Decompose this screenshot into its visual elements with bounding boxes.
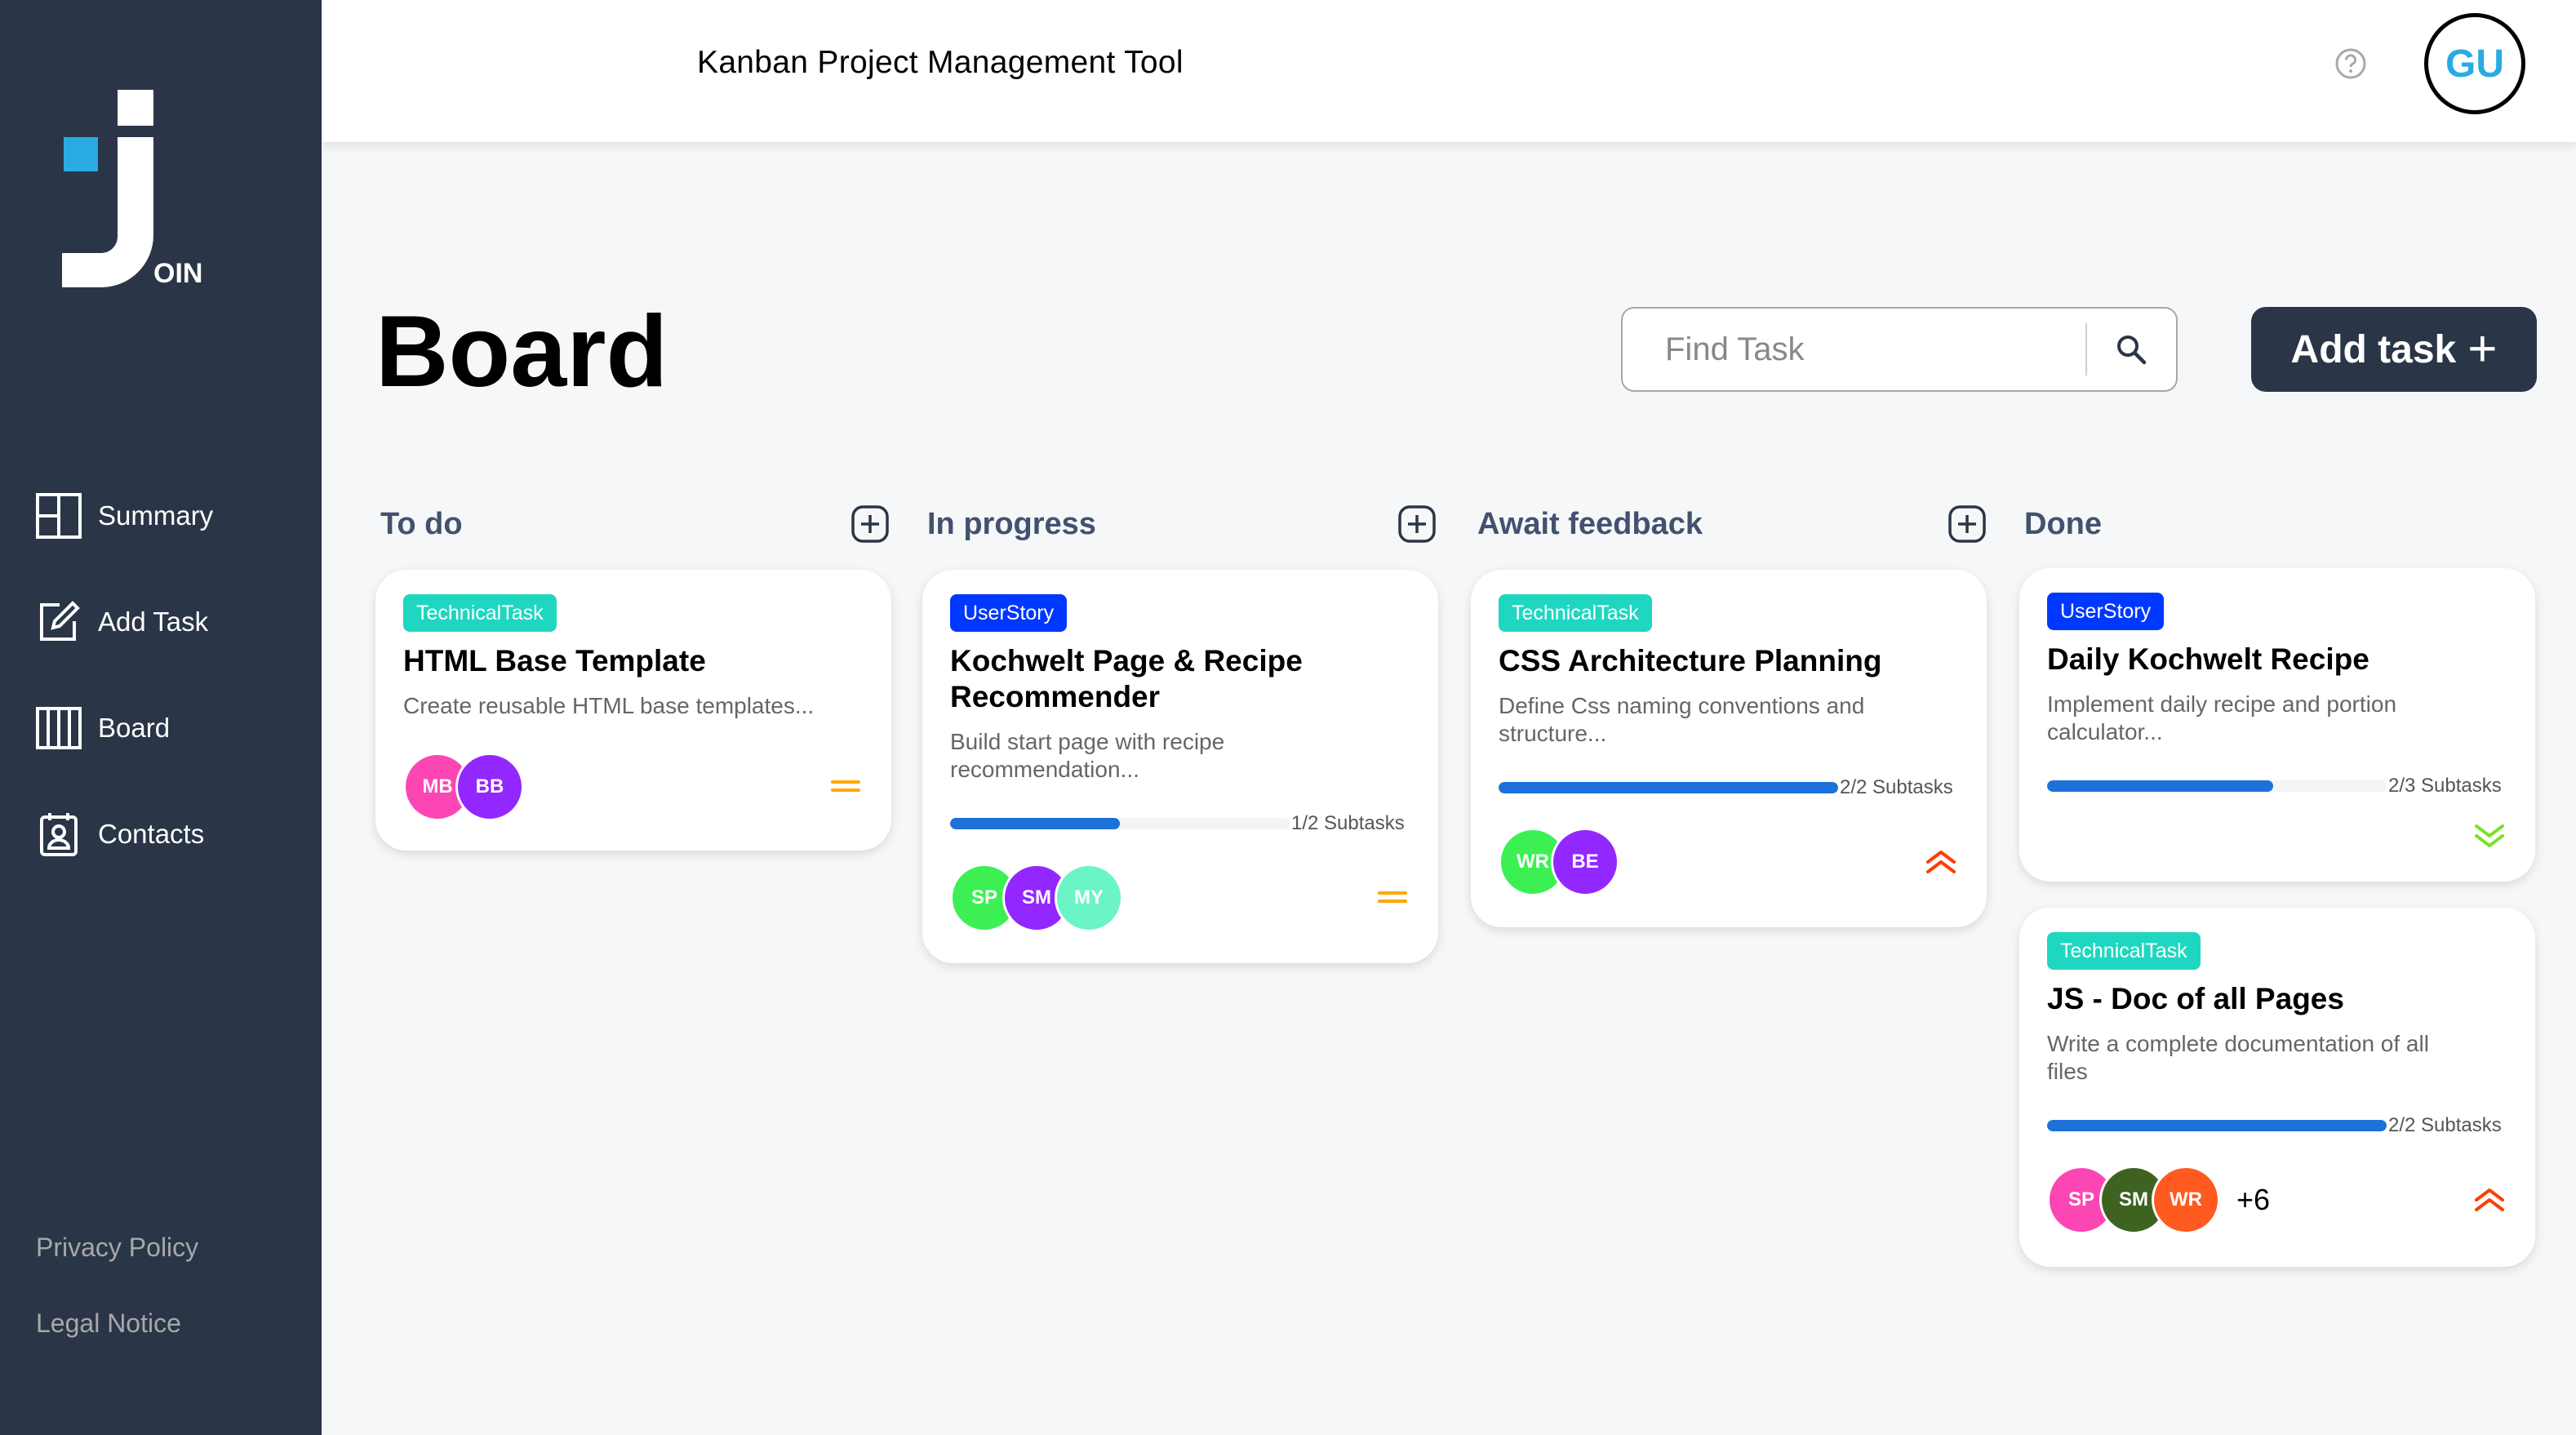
category-badge: UserStory — [950, 594, 1068, 632]
sidebar-item-summary[interactable]: Summary — [33, 482, 310, 550]
card-title: JS - Doc of all Pages — [2047, 982, 2344, 1015]
privacy-policy-link[interactable]: Privacy Policy — [36, 1233, 198, 1263]
task-card[interactable]: TechnicalTask CSS Architecture Planning … — [1471, 570, 1987, 927]
page-title: Board — [375, 295, 668, 408]
add-task-icon — [33, 596, 85, 648]
assignee-list: MB BB — [403, 753, 524, 821]
card-title: Daily Kochwelt Recipe — [2047, 642, 2369, 676]
column-header-await-feedback: Await feedback — [1477, 498, 1987, 550]
priority-urgent-icon — [1926, 851, 1956, 873]
column-header-in-progress: In progress — [927, 498, 1437, 550]
priority-low-icon — [2475, 824, 2504, 847]
add-task-label: Add task — [2290, 327, 2457, 371]
subtask-count: 2/2 Subtasks — [2388, 1114, 2502, 1136]
sidebar-footer: Privacy Policy Legal Notice — [36, 1233, 198, 1384]
logo-text: OIN — [153, 258, 202, 289]
task-card[interactable]: TechnicalTask HTML Base Template Create … — [375, 570, 891, 851]
subtask-progress: 2/3 Subtasks — [2047, 774, 2507, 798]
task-card[interactable]: TechnicalTask JS - Doc of all Pages Writ… — [2019, 908, 2535, 1267]
summary-icon — [33, 490, 85, 542]
plus-icon: + — [2467, 321, 2498, 377]
card-title: Kochwelt Page & Recipe Recommender — [950, 644, 1303, 713]
assignee-avatar: WR — [2152, 1166, 2220, 1234]
legal-notice-link[interactable]: Legal Notice — [36, 1308, 198, 1339]
column-header-done: Done — [2024, 498, 2534, 550]
assignee-avatar: BE — [1551, 828, 1619, 896]
user-avatar[interactable]: GU — [2424, 13, 2525, 114]
card-description: Write a complete documentation of all fi… — [2047, 1031, 2429, 1084]
sidebar-item-label: Board — [98, 713, 171, 743]
category-badge: TechnicalTask — [403, 594, 557, 632]
assignee-list: WR BE — [1499, 828, 1619, 896]
top-header: Kanban Project Management Tool GU — [322, 0, 2576, 142]
category-badge: TechnicalTask — [1499, 594, 1652, 632]
category-badge: TechnicalTask — [2047, 932, 2201, 970]
board-icon — [33, 702, 85, 754]
assignee-avatar: BB — [455, 753, 524, 821]
column-header-todo: To do — [380, 498, 890, 550]
subtask-progress: 2/2 Subtasks — [1499, 775, 1959, 800]
category-badge: UserStory — [2047, 593, 2165, 630]
column-title: In progress — [927, 506, 1096, 541]
add-task-button[interactable]: Add task + — [2251, 307, 2537, 392]
search-icon — [2117, 335, 2147, 365]
search-box — [1621, 307, 2178, 392]
add-task-to-column-icon[interactable] — [851, 504, 890, 544]
app-title: Kanban Project Management Tool — [697, 45, 1184, 80]
add-task-to-column-icon[interactable] — [1948, 504, 1987, 544]
sidebar-item-label: Contacts — [98, 819, 205, 849]
subtask-progress: 2/2 Subtasks — [2047, 1113, 2507, 1138]
card-description: Implement daily recipe and portion calcu… — [2047, 691, 2397, 744]
subtask-count: 2/3 Subtasks — [2388, 775, 2502, 797]
progress-bar — [950, 818, 1290, 829]
join-logo[interactable]: OIN — [36, 87, 207, 291]
card-description: Define Css naming conventions and struct… — [1499, 693, 1865, 746]
progress-bar — [1499, 782, 1838, 793]
priority-medium-icon — [1378, 891, 1407, 903]
sidebar-item-label: Add Task — [98, 606, 209, 637]
column-title: Await feedback — [1477, 506, 1703, 541]
progress-bar — [2047, 1120, 2387, 1131]
progress-bar — [2047, 780, 2387, 792]
more-assignees-count: +6 — [2236, 1183, 2271, 1216]
card-title: CSS Architecture Planning — [1499, 644, 1882, 678]
subtask-count: 2/2 Subtasks — [1840, 776, 1953, 798]
sidebar-item-board[interactable]: Board — [33, 694, 310, 762]
progress-fill — [950, 818, 1120, 829]
progress-fill — [2047, 1120, 2387, 1131]
assignee-avatar: MY — [1055, 864, 1123, 932]
task-card[interactable]: UserStory Kochwelt Page & Recipe Recomme… — [922, 570, 1438, 963]
sidebar-item-add-task[interactable]: Add Task — [33, 588, 310, 656]
contacts-icon — [33, 808, 85, 860]
sidebar: OIN Summary Add Task Board Contacts Priv… — [0, 0, 322, 1435]
progress-fill — [1499, 782, 1838, 793]
card-title: HTML Base Template — [403, 644, 706, 678]
sidebar-nav: Summary Add Task Board Contacts — [33, 482, 310, 906]
card-description: Build start page with recipe recommendat… — [950, 729, 1225, 782]
assignee-list: SP SM WR +6 — [2047, 1166, 2270, 1234]
priority-urgent-icon — [2475, 1188, 2504, 1211]
task-card[interactable]: UserStory Daily Kochwelt Recipe Implemen… — [2019, 568, 2535, 882]
column-title: Done — [2024, 506, 2102, 541]
progress-fill — [2047, 780, 2274, 792]
subtask-progress: 1/2 Subtasks — [950, 811, 1410, 836]
card-description: Create reusable HTML base templates... — [403, 693, 815, 718]
help-icon[interactable] — [2334, 47, 2367, 80]
assignee-list: SP SM MY — [950, 864, 1123, 932]
search-input[interactable] — [1623, 309, 2085, 390]
search-button[interactable] — [2087, 309, 2176, 390]
column-title: To do — [380, 506, 463, 541]
subtask-count: 1/2 Subtasks — [1291, 812, 1405, 834]
sidebar-item-contacts[interactable]: Contacts — [33, 800, 310, 869]
priority-medium-icon — [831, 780, 860, 792]
sidebar-item-label: Summary — [98, 500, 214, 531]
add-task-to-column-icon[interactable] — [1397, 504, 1437, 544]
